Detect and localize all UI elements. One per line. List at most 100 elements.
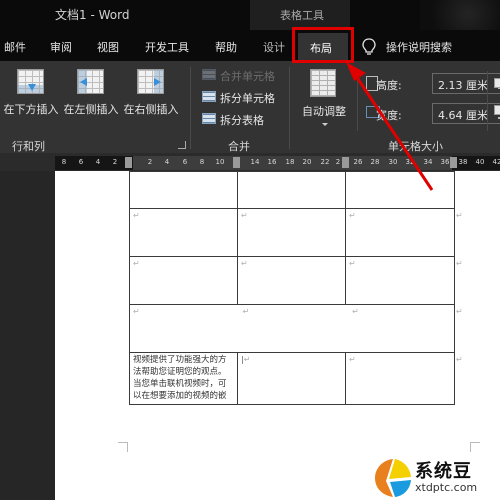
tell-me-search[interactable]: 操作说明搜索 xyxy=(386,39,452,55)
insert-right-label: 在右侧插入 xyxy=(123,103,179,116)
split-cells-button[interactable]: 拆分单元格 xyxy=(202,88,294,106)
row-end-mark: ↵ xyxy=(456,355,463,364)
ruler-column-marker[interactable] xyxy=(450,157,457,168)
height-input[interactable]: 2.13 厘米 xyxy=(432,73,500,94)
split-cells-icon xyxy=(202,91,216,102)
ruler-tick: 42 xyxy=(492,158,500,166)
cell-text: 视频提供了功能强大的方法帮助您证明您的观点。当您单击联机视频时，可以在想要添加的… xyxy=(133,355,227,401)
ruler-tick: 6 xyxy=(182,158,188,166)
insert-left-label: 在左侧插入 xyxy=(63,103,119,116)
ruler-column-marker[interactable] xyxy=(233,157,240,168)
ruler-tick: 2 xyxy=(112,158,118,166)
table-cell[interactable]: ↵ xyxy=(237,208,346,257)
tab-mailings[interactable]: 邮件 xyxy=(4,39,26,55)
table-cell-merged[interactable]: ↵ ↵ ↵ xyxy=(129,304,455,353)
insert-below-button[interactable]: 在下方插入 xyxy=(0,65,62,121)
split-table-label: 拆分表格 xyxy=(220,114,264,127)
ruler-column-marker[interactable] xyxy=(342,157,349,168)
table-row: 视频提供了功能强大的方法帮助您证明您的观点。当您单击联机视频时，可以在想要添加的… xyxy=(129,352,455,405)
ruler-tick: 28 xyxy=(370,158,380,166)
page-margin-corner xyxy=(470,442,480,452)
table-row: ↵ ↵ ↵ xyxy=(129,208,455,257)
table-cell[interactable]: |↵ xyxy=(237,352,346,405)
insert-right-button[interactable]: 在右侧插入 xyxy=(120,65,182,121)
brand-logo-icon xyxy=(375,459,411,497)
window-title: 文档1 - Word xyxy=(55,8,130,22)
tab-view[interactable]: 视图 xyxy=(97,39,119,55)
tab-layout[interactable]: 布局 xyxy=(298,33,348,61)
distribute-columns-icon[interactable] xyxy=(494,105,500,115)
table-cell[interactable]: ↵ xyxy=(345,352,455,405)
document-table[interactable]: ↵ ↵ ↵ ↵ ↵ ↵ ↵ ↵ ↵ 视频提供了功能强大的方法帮助您证明您的观点。… xyxy=(129,171,455,405)
group-divider xyxy=(357,71,358,131)
table-cell[interactable] xyxy=(345,171,455,209)
height-label: 高度: xyxy=(376,79,402,92)
width-label: 宽度: xyxy=(376,109,402,122)
merge-cells-button[interactable]: 合并单元格 xyxy=(202,66,294,84)
distribute-rows-icon[interactable] xyxy=(494,78,500,88)
autofit-label: 自动调整 xyxy=(302,105,346,118)
ruler-tick: 4 xyxy=(164,158,170,166)
ribbon-layout: 在下方插入 在左侧插入 在右侧插入 行和列 合并单元格 拆分单元格 拆分表格 合… xyxy=(0,61,500,153)
row-height-control: 高度: 2.13 厘米 xyxy=(366,73,500,95)
row-end-mark: ↵ xyxy=(456,307,463,316)
split-table-button[interactable]: 拆分表格 xyxy=(202,110,294,128)
table-row xyxy=(129,171,455,209)
height-value: 2.13 厘米 xyxy=(438,79,488,92)
paragraph-mark: ↵ xyxy=(349,211,356,220)
paragraph-mark: ↵ xyxy=(243,355,251,364)
ruler-tick: 14 xyxy=(250,158,260,166)
insert-below-label: 在下方插入 xyxy=(3,103,59,116)
ruler-column-marker[interactable] xyxy=(125,157,132,168)
brand-name: 系统豆 xyxy=(415,461,472,482)
tab-review[interactable]: 审阅 xyxy=(50,39,72,55)
insert-below-icon xyxy=(17,69,44,94)
context-tab-group: 表格工具 xyxy=(250,0,350,30)
insert-left-button[interactable]: 在左侧插入 xyxy=(60,65,122,121)
merge-cells-label: 合并单元格 xyxy=(220,70,275,83)
table-cell[interactable]: ↵ xyxy=(129,256,238,305)
group-divider xyxy=(487,71,488,131)
ruler-tick: 2 xyxy=(147,158,153,166)
merge-cells-icon xyxy=(202,69,216,80)
ruler-tick: 34 xyxy=(423,158,433,166)
group-label-rows-columns: 行和列 xyxy=(12,140,45,153)
width-value: 4.64 厘米 xyxy=(438,109,488,122)
group-divider xyxy=(190,67,191,149)
tab-design[interactable]: 设计 xyxy=(263,39,285,55)
paragraph-mark: ↵ xyxy=(133,307,140,316)
group-label-merge: 合并 xyxy=(228,140,250,153)
table-cell[interactable] xyxy=(129,171,238,209)
brand-url: xtdptc.com xyxy=(415,481,478,494)
watermark-logo: 系统豆 xtdptc.com xyxy=(373,457,498,499)
table-cell[interactable]: ↵ xyxy=(345,208,455,257)
table-row: ↵ ↵ ↵ xyxy=(129,256,455,305)
row-end-mark: ↵ xyxy=(456,259,463,268)
ribbon-tabs: 邮件 审阅 视图 开发工具 帮助 设计 操作说明搜索 xyxy=(0,30,500,61)
table-cell[interactable]: ↵ xyxy=(345,256,455,305)
ruler-tick: 32 xyxy=(405,158,415,166)
tab-developer[interactable]: 开发工具 xyxy=(145,39,189,55)
row-end-mark: ↵ xyxy=(456,211,463,220)
ruler-tick: 2 xyxy=(335,158,341,166)
table-cell[interactable] xyxy=(237,171,346,209)
autofit-icon xyxy=(310,69,336,97)
ruler-tick: 26 xyxy=(353,158,363,166)
paragraph-mark: ↵ xyxy=(349,355,356,364)
autofit-button[interactable]: 自动调整 xyxy=(296,65,352,133)
width-input[interactable]: 4.64 厘米 xyxy=(432,103,500,124)
split-cells-label: 拆分单元格 xyxy=(220,92,275,105)
table-row: ↵ ↵ ↵ xyxy=(129,304,455,353)
tab-help[interactable]: 帮助 xyxy=(215,39,237,55)
ruler-tick: 8 xyxy=(199,158,205,166)
ruler-tick: 20 xyxy=(302,158,312,166)
table-cell[interactable]: ↵ xyxy=(129,208,238,257)
dialog-launcher-icon[interactable] xyxy=(178,141,186,149)
ruler-tick: 30 xyxy=(388,158,398,166)
paragraph-mark: ↵ xyxy=(241,259,248,268)
table-tools-label: 表格工具 xyxy=(280,9,324,22)
table-cell[interactable]: ↵ xyxy=(237,256,346,305)
ruler-tick: 4 xyxy=(95,158,101,166)
horizontal-ruler[interactable]: 8 6 4 2 2 4 6 8 10 14 16 18 20 22 2 26 2… xyxy=(55,156,500,170)
table-cell[interactable]: 视频提供了功能强大的方法帮助您证明您的观点。当您单击联机视频时，可以在想要添加的… xyxy=(129,352,238,405)
